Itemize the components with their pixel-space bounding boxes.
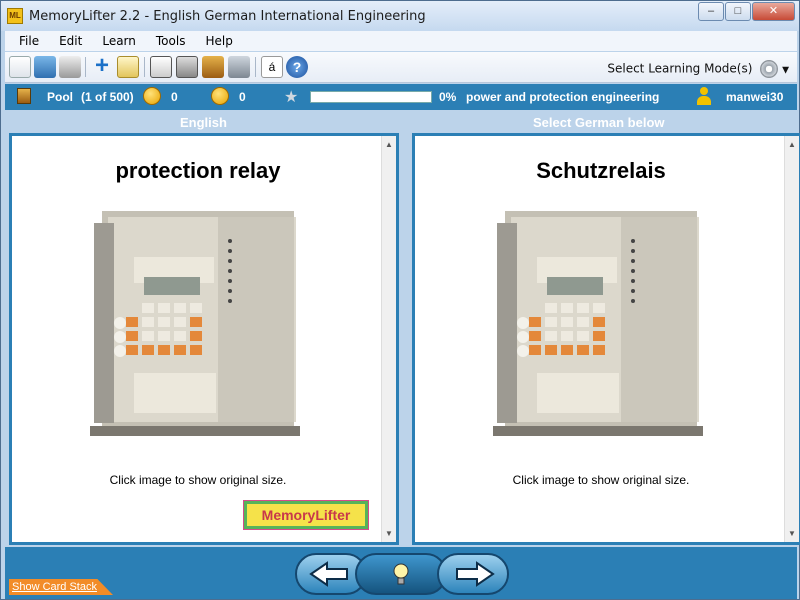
smiley-sad-icon xyxy=(211,87,229,105)
pool-label: Pool xyxy=(47,90,73,104)
slideshow-icon[interactable] xyxy=(150,56,172,78)
wrong-count: 0 xyxy=(239,90,246,104)
question-card: protection relay Click image to show ori… xyxy=(9,133,399,545)
add-card-icon[interactable]: + xyxy=(91,54,113,78)
minimize-button[interactable]: – xyxy=(698,2,724,21)
memorylifter-logo: MemoryLifter xyxy=(243,500,369,530)
dictionary-icon[interactable] xyxy=(202,56,224,78)
title-bar[interactable]: ML MemoryLifter 2.2 - English German Int… xyxy=(1,1,799,31)
progress-percent: 0% xyxy=(439,90,457,104)
progress-bar xyxy=(310,91,432,103)
edit-cards-icon[interactable] xyxy=(117,56,139,78)
next-button[interactable] xyxy=(437,553,509,595)
app-window: ML MemoryLifter 2.2 - English German Int… xyxy=(0,0,800,600)
answer-word: Schutzrelais xyxy=(536,158,666,183)
gear-icon xyxy=(760,60,779,78)
answer-card: Schutzrelais Click image to show origina… xyxy=(412,133,800,545)
print-cards-icon[interactable] xyxy=(176,56,198,78)
help-icon[interactable]: ? xyxy=(286,56,308,78)
chapter-name: power and protection engineering xyxy=(466,90,660,104)
question-language-label: English xyxy=(180,115,227,130)
scroll-down-icon[interactable]: ▼ xyxy=(788,529,796,538)
star-icon: ★ xyxy=(284,89,299,106)
user-name: manwei30 xyxy=(726,90,784,104)
arrow-right-icon xyxy=(456,561,495,587)
show-card-stack-link[interactable]: Show Card Stack xyxy=(9,579,113,595)
pool-box-icon xyxy=(17,88,31,104)
special-characters-icon[interactable]: á xyxy=(261,56,283,78)
navigation-bar: Show Card Stack xyxy=(5,547,797,599)
user-icon xyxy=(697,87,711,105)
tools-icon[interactable] xyxy=(228,56,250,78)
menu-bar: File Edit Learn Tools Help xyxy=(5,31,797,51)
image-caption: Click image to show original size. xyxy=(512,473,690,487)
panes-header: English Select German below xyxy=(5,111,797,133)
hint-button[interactable] xyxy=(355,553,447,595)
new-file-icon[interactable] xyxy=(9,56,31,78)
scroll-up-icon[interactable]: ▲ xyxy=(385,140,393,149)
answer-language-label: Select German below xyxy=(533,115,665,130)
pool-count: (1 of 500) xyxy=(81,90,134,104)
menu-edit[interactable]: Edit xyxy=(59,34,82,48)
maximize-button[interactable]: □ xyxy=(725,2,751,21)
menu-help[interactable]: Help xyxy=(205,34,232,48)
logo-text: MemoryLifter xyxy=(261,507,351,523)
learning-mode-label: Select Learning Mode(s) xyxy=(607,61,753,76)
question-word: protection relay xyxy=(115,158,281,183)
correct-count: 0 xyxy=(171,90,178,104)
open-folder-icon[interactable] xyxy=(34,56,56,78)
menu-file[interactable]: File xyxy=(19,34,39,48)
learning-mode-selector[interactable]: Select Learning Mode(s) ▼ xyxy=(607,60,789,78)
protection-relay-image[interactable] xyxy=(493,211,703,436)
menu-tools[interactable]: Tools xyxy=(156,34,186,48)
menu-learn[interactable]: Learn xyxy=(102,34,136,48)
scrollbar[interactable]: ▲ ▼ xyxy=(784,136,799,542)
image-caption: Click image to show original size. xyxy=(109,473,287,487)
scroll-up-icon[interactable]: ▲ xyxy=(788,140,796,149)
protection-relay-image[interactable] xyxy=(90,211,300,436)
smiley-happy-icon xyxy=(143,87,161,105)
chevron-down-icon: ▼ xyxy=(782,65,789,76)
app-logo-icon: ML xyxy=(7,8,23,24)
toolbar: + á ? Select Learning Mode(s) ▼ xyxy=(5,52,797,83)
close-button[interactable]: ✕ xyxy=(752,2,795,21)
scroll-down-icon[interactable]: ▼ xyxy=(385,529,393,538)
window-title: MemoryLifter 2.2 - English German Intern… xyxy=(29,9,426,24)
lightbulb-icon xyxy=(393,563,409,585)
print-icon[interactable] xyxy=(59,56,81,78)
status-bar: Pool (1 of 500) 0 0 ★ 0% power and prote… xyxy=(5,84,797,110)
scrollbar[interactable]: ▲ ▼ xyxy=(381,136,396,542)
